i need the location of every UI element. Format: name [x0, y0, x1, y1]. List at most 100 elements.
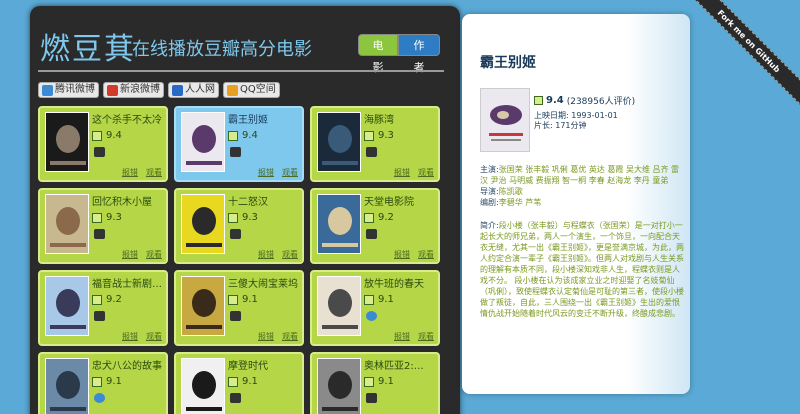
- watch-link[interactable]: 观看: [282, 249, 298, 260]
- movie-card[interactable]: 忠犬八公的故事9.1报错观看: [38, 352, 168, 414]
- movie-card[interactable]: 福音战士新剧… 9.2 报错 观看: [38, 270, 168, 346]
- card-links: 报错观看: [122, 167, 162, 178]
- movie-score: 9.2: [378, 212, 394, 223]
- watch-link[interactable]: 观看: [146, 249, 162, 260]
- movie-title[interactable]: 忠犬八公的故事: [92, 357, 166, 372]
- source-icon[interactable]: [230, 147, 241, 157]
- movie-poster[interactable]: [317, 358, 361, 414]
- movie-poster[interactable]: [181, 112, 225, 172]
- movie-title[interactable]: 福音战士新剧…: [92, 275, 166, 290]
- sina-weibo-icon: [107, 84, 118, 96]
- movie-poster[interactable]: [45, 194, 89, 254]
- movie-title[interactable]: 三傻大闹宝莱坞: [228, 275, 302, 290]
- share-button-renren[interactable]: 人人网: [168, 82, 219, 98]
- card-links: 报错观看: [258, 331, 298, 342]
- source-icon[interactable]: [94, 229, 105, 239]
- source-icon[interactable]: [94, 311, 105, 321]
- detail-score: 9.4: [546, 95, 564, 106]
- site-tagline: 在线播放豆瓣高分电影: [132, 39, 312, 60]
- rating-icon: [364, 294, 374, 305]
- movie-rating: 9.1: [364, 294, 394, 305]
- movie-rating: 9.2: [364, 212, 394, 223]
- movie-poster[interactable]: [45, 358, 89, 414]
- report-link[interactable]: 报错: [394, 331, 410, 342]
- movie-card[interactable]: 三傻大闹宝莱坞 9.1 报错 观看: [174, 270, 304, 346]
- movie-rating: 9.3: [228, 212, 258, 223]
- movie-title[interactable]: 十二怒汉: [228, 193, 302, 208]
- movie-title[interactable]: 天堂电影院: [364, 193, 438, 208]
- source-icon[interactable]: [230, 311, 241, 321]
- movie-title[interactable]: 放牛班的春天: [364, 275, 438, 290]
- movie-title[interactable]: 回忆积木小屋: [92, 193, 166, 208]
- report-link[interactable]: 报错: [122, 249, 138, 260]
- share-button-tencent-weibo[interactable]: 腾讯微博: [38, 82, 99, 98]
- source-icon[interactable]: [366, 229, 377, 239]
- share-label: 人人网: [185, 84, 215, 95]
- movie-poster[interactable]: [317, 112, 361, 172]
- source-icon[interactable]: [94, 393, 105, 403]
- movie-card[interactable]: 霸王别姬 9.4 报错 观看: [174, 106, 304, 182]
- movie-poster[interactable]: [317, 194, 361, 254]
- movie-poster[interactable]: [181, 276, 225, 336]
- source-icon[interactable]: [366, 393, 377, 403]
- source-icon[interactable]: [366, 147, 377, 157]
- movie-score: 9.2: [106, 294, 122, 305]
- movie-card[interactable]: 天堂电影院 9.2 报错 观看: [310, 188, 440, 264]
- movie-title[interactable]: 摩登时代: [228, 357, 302, 372]
- movie-card[interactable]: 奥林匹亚2:…9.1报错观看: [310, 352, 440, 414]
- report-link[interactable]: 报错: [394, 167, 410, 178]
- source-icon[interactable]: [94, 147, 105, 157]
- movie-score: 9.1: [378, 376, 394, 387]
- length-value: 171分钟: [555, 121, 587, 130]
- movie-score: 9.1: [106, 376, 122, 387]
- report-link[interactable]: 报错: [122, 331, 138, 342]
- movie-score: 9.1: [242, 294, 258, 305]
- watch-link[interactable]: 观看: [146, 331, 162, 342]
- movie-card[interactable]: 十二怒汉 9.3 报错 观看: [174, 188, 304, 264]
- share-button-sina-weibo[interactable]: 新浪微博: [103, 82, 164, 98]
- movie-rating: 9.1: [364, 376, 394, 387]
- movie-rating: 9.3: [364, 130, 394, 141]
- writer-label: 编剧:: [480, 198, 499, 207]
- summary-label: 简介:: [480, 221, 499, 230]
- watch-link[interactable]: 观看: [418, 167, 434, 178]
- movie-card[interactable]: 放牛班的春天 9.1 报错 观看: [310, 270, 440, 346]
- tab-movies[interactable]: 电影: [358, 34, 398, 74]
- report-link[interactable]: 报错: [394, 249, 410, 260]
- renren-icon: [172, 84, 183, 96]
- movie-card[interactable]: 这个杀手不太冷 9.4 报错 观看: [38, 106, 168, 182]
- movie-poster[interactable]: [181, 194, 225, 254]
- header-divider: [38, 70, 444, 72]
- movie-poster[interactable]: [45, 276, 89, 336]
- movie-title[interactable]: 海豚湾: [364, 111, 438, 126]
- movie-title[interactable]: 霸王别姬: [228, 111, 302, 126]
- movie-title[interactable]: 奥林匹亚2:…: [364, 357, 438, 372]
- share-button-qzone[interactable]: QQ空间: [223, 82, 280, 98]
- watch-link[interactable]: 观看: [282, 167, 298, 178]
- source-icon[interactable]: [366, 311, 377, 321]
- watch-link[interactable]: 观看: [418, 331, 434, 342]
- report-link[interactable]: 报错: [258, 249, 274, 260]
- detail-title: 霸王别姬: [480, 55, 536, 71]
- report-link[interactable]: 报错: [258, 331, 274, 342]
- rating-icon: [364, 376, 374, 387]
- tab-authors[interactable]: 作者: [398, 34, 440, 74]
- tencent-weibo-icon: [42, 84, 53, 96]
- movie-poster[interactable]: [181, 358, 225, 414]
- site-logo[interactable]: 燃豆萁: [40, 24, 136, 68]
- movie-poster[interactable]: [317, 276, 361, 336]
- watch-link[interactable]: 观看: [418, 249, 434, 260]
- source-icon[interactable]: [230, 229, 241, 239]
- movie-title[interactable]: 这个杀手不太冷: [92, 111, 166, 126]
- github-ribbon[interactable]: Fork me on GitHub: [682, 0, 800, 108]
- poster-image: [481, 89, 529, 151]
- movie-card[interactable]: 海豚湾 9.3 报错 观看: [310, 106, 440, 182]
- report-link[interactable]: 报错: [122, 167, 138, 178]
- movie-card[interactable]: 回忆积木小屋 9.3 报错 观看: [38, 188, 168, 264]
- watch-link[interactable]: 观看: [282, 331, 298, 342]
- watch-link[interactable]: 观看: [146, 167, 162, 178]
- movie-card[interactable]: 摩登时代9.1报错观看: [174, 352, 304, 414]
- report-link[interactable]: 报错: [258, 167, 274, 178]
- movie-poster[interactable]: [45, 112, 89, 172]
- source-icon[interactable]: [230, 393, 241, 403]
